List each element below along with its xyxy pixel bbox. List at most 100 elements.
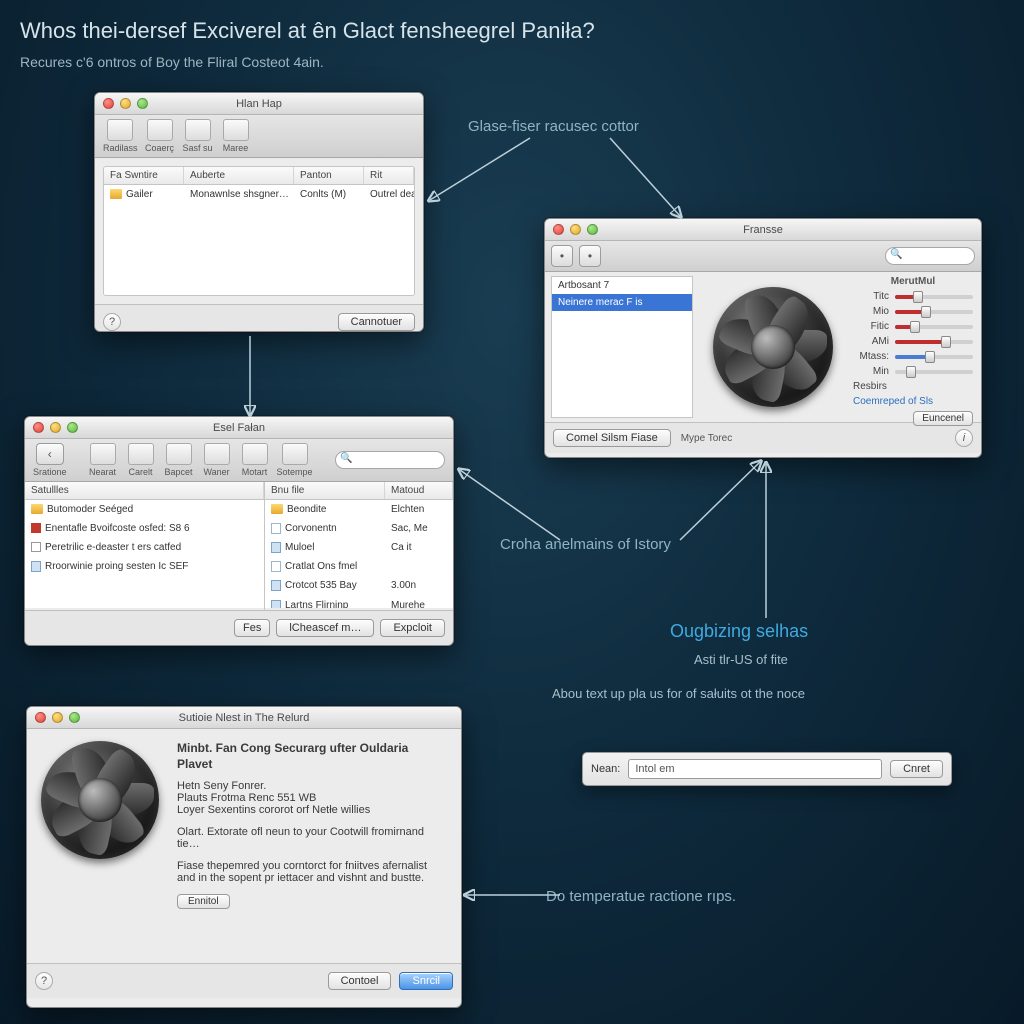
col-header[interactable]: Matoud [385,482,453,499]
dialog-line: Plauts Frotma Renc 551 WB [177,792,447,804]
slider-row: AMi [853,334,973,349]
list-item[interactable]: Crotcot 535 Bay3.00n [265,576,453,595]
search-input[interactable] [335,451,445,469]
table-row[interactable]: Gailer Monawnlse shsgner… Conlts (M) Out… [104,185,414,204]
slider-knob[interactable] [921,306,931,318]
forward-button[interactable]: • [579,245,601,267]
name-input[interactable] [628,759,882,779]
minimize-icon[interactable] [570,224,581,235]
window-title: Sutioie Nlest in The Relurd [179,712,310,724]
col-header[interactable]: Fa Swntire [104,167,184,184]
zoom-icon[interactable] [587,224,598,235]
app-icon [31,523,41,533]
traffic-lights[interactable] [33,422,78,433]
dialog-line: Loyer Sexentins cororot orf Netłe willie… [177,804,447,816]
list-item[interactable]: Rroorwinie proing sesten Ic SEF [25,557,264,576]
col-header[interactable]: Rit [364,167,414,184]
cancel-button[interactable]: Contoel [328,972,392,990]
minimize-icon[interactable] [50,422,61,433]
euncenel-button[interactable]: Euncenel [913,411,973,426]
slider[interactable] [895,340,973,344]
minimize-icon[interactable] [120,98,131,109]
slider-knob[interactable] [910,321,920,333]
window-title: Esel Fałan [213,422,265,434]
traffic-lights[interactable] [553,224,598,235]
toolbar: Radilass Coaerç Sasf su Maree [95,115,423,158]
slider[interactable] [895,295,973,299]
list-item[interactable]: Peretrilic e-deaster t ers catfed [25,538,264,557]
slider-knob[interactable] [925,351,935,363]
right-list: BeonditeElchten CorvonentnSac, Me Muloel… [265,500,453,608]
list-item[interactable]: Butomoder Seéged [25,500,264,519]
toolbar-button[interactable]: Nearat [87,443,119,477]
checkbox-icon[interactable] [31,542,41,552]
zoom-icon[interactable] [69,712,80,723]
checase-button[interactable]: lCheascef m… [276,619,374,637]
col-header[interactable]: Auberte [184,167,294,184]
back-button[interactable]: ‹ [36,443,64,465]
cancel-button[interactable]: Cnret [890,760,943,778]
page-title: Whos thei-dersef Exciverel at ên Glact f… [20,18,1004,44]
fes-button[interactable]: Fes [234,619,270,637]
toolbar-button[interactable]: Coaerç [144,119,176,153]
folder-icon [31,504,43,514]
back-button[interactable]: • [551,245,573,267]
close-icon[interactable] [103,98,114,109]
toolbar-button[interactable]: Maree [220,119,252,153]
toolbar-button[interactable]: Motart [239,443,271,477]
slider-knob[interactable] [906,366,916,378]
toolbar-button[interactable]: Sasf su [182,119,214,153]
toolbar-button[interactable]: Waner [201,443,233,477]
zoom-icon[interactable] [67,422,78,433]
slider[interactable] [895,370,973,374]
ennitol-button[interactable]: Ennitol [177,894,230,909]
slider[interactable] [895,325,973,329]
page-icon [271,600,281,608]
toolbar-button[interactable]: Carelt [125,443,157,477]
col-header[interactable]: Satullles [25,482,264,499]
table-header: Fa Swntire Auberte Panton Rit [104,167,414,185]
info-button[interactable]: i [955,429,973,447]
list-item[interactable]: MuloelCa it [265,538,453,557]
callout-label-1: Glase-fiser racusec cottor [468,118,639,135]
window-title: Fransse [743,224,783,236]
callout-line-3b: Abou text up pla us for of sałuits ot th… [552,686,805,701]
list-item[interactable]: BeonditeElchten [265,500,453,519]
slider-knob[interactable] [941,336,951,348]
traffic-lights[interactable] [103,98,148,109]
close-icon[interactable] [35,712,46,723]
expcloit-button[interactable]: Expcloit [380,619,445,637]
list-item[interactable]: Artbosant 7 [552,277,692,294]
toolbar-button[interactable]: Bapcet [163,443,195,477]
list-item[interactable]: CorvonentnSac, Me [265,519,453,538]
help-button[interactable]: ? [103,313,121,331]
ok-button[interactable]: Snrcil [399,972,453,990]
list-item[interactable]: Lartns FlirninpMurehe [265,596,453,608]
callout-label-4: Do temperatue ractione rıps. [546,888,736,905]
coemreped-link[interactable]: Coemreped of Sls [853,392,973,407]
comel-button[interactable]: Comel Silsm Fiase [553,429,671,447]
close-icon[interactable] [553,224,564,235]
list-item[interactable]: Neinere merac F is [552,294,692,311]
toolbar-button[interactable]: Sotempe [277,443,313,477]
page-icon [271,580,281,591]
slider[interactable] [895,310,973,314]
footer: Fes lCheascef m… Expcloit [25,610,453,645]
help-button[interactable]: ? [35,972,53,990]
search-input[interactable] [885,247,975,265]
list-item[interactable]: Cratlat Ons fmel [265,557,453,576]
slider[interactable] [895,355,973,359]
traffic-lights[interactable] [35,712,80,723]
col-header[interactable]: Bnu file [265,482,385,499]
slider-knob[interactable] [913,291,923,303]
close-icon[interactable] [33,422,44,433]
zoom-icon[interactable] [137,98,148,109]
toolbar-button[interactable]: Radilass [103,119,138,153]
name-label: Nean: [591,763,620,775]
col-header[interactable]: Panton [294,167,364,184]
continue-button[interactable]: Cannotuer [338,313,415,331]
list-item[interactable]: Enentafle Bvoifcoste osfed: S8 6 [25,519,264,538]
minimize-icon[interactable] [52,712,63,723]
slider-label: Min [853,366,889,377]
toolbar-icon [282,443,308,465]
